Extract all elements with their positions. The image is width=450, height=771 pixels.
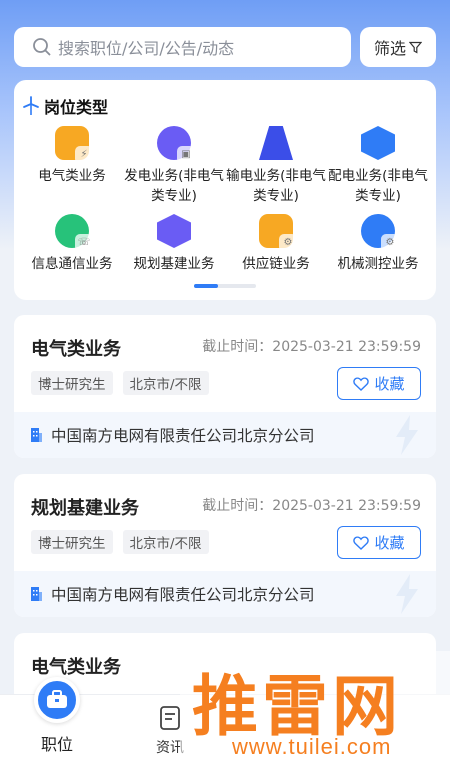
company-name: 中国南方电网有限责任公司北京分公司 (51, 427, 315, 445)
education-tag: 博士研究生 (31, 530, 113, 554)
filter-label: 筛选 (373, 39, 406, 58)
job-deadline: 截止时间：2025-03-21 23:59:59 (202, 339, 421, 355)
category-item-ict[interactable]: ☏ 信息通信业务 (20, 214, 124, 274)
job-title: 规划基建业务 (31, 498, 139, 519)
generator-icon: ▣ (157, 126, 195, 164)
phone-icon: ☏ (55, 214, 93, 252)
category-label: 电气类业务 (38, 168, 106, 184)
watermark: 推雷网 www.tuilei.com (180, 651, 450, 771)
company-row[interactable]: 中国南方电网有限责任公司北京分公司 (14, 571, 436, 617)
company-row[interactable]: 中国南方电网有限责任公司北京分公司 (14, 412, 436, 458)
watermark-url: www.tuilei.com (232, 734, 392, 759)
search-icon (33, 38, 51, 56)
transmission-tower-icon (259, 126, 293, 160)
job-card[interactable]: 规划基建业务 截止时间：2025-03-21 23:59:59 博士研究生 北京… (14, 474, 436, 617)
battery-icon: ⚡ (55, 126, 93, 164)
filter-button[interactable]: 筛选 (360, 27, 436, 67)
supply-chain-icon: ⚙ (259, 214, 297, 252)
category-item-generation[interactable]: ▣ 发电业务(非电气类专业) (122, 126, 226, 206)
company-name: 中国南方电网有限责任公司北京分公司 (51, 586, 315, 604)
education-tag: 博士研究生 (31, 371, 113, 395)
category-label: 配电业务(非电气类专业) (328, 168, 428, 204)
category-item-transmission[interactable]: 输电业务(非电气类专业) (224, 126, 328, 206)
job-title: 电气类业务 (31, 339, 121, 360)
category-item-electrical[interactable]: ⚡ 电气类业务 (20, 126, 124, 186)
filter-icon (409, 41, 422, 54)
category-item-supply-chain[interactable]: ⚙ 供应链业务 (224, 214, 328, 274)
heart-icon (353, 535, 370, 550)
category-label: 输电业务(非电气类专业) (226, 168, 326, 204)
category-label: 供应链业务 (242, 256, 310, 272)
lightning-icon (396, 574, 418, 614)
job-title: 电气类业务 (31, 657, 121, 678)
job-card[interactable]: 电气类业务 截止时间：2025-03-21 23:59:59 博士研究生 北京市… (14, 315, 436, 458)
gear-icon: ⚙ (361, 214, 399, 252)
building-icon (31, 428, 42, 442)
category-card: 岗位类型 ⚡ 电气类业务 ▣ 发电业务(非电气类专业) 输电业务(非电气类专业)… (14, 80, 436, 300)
favorite-button[interactable]: 收藏 (337, 367, 421, 400)
category-label: 信息通信业务 (31, 256, 113, 272)
category-label: 规划基建业务 (133, 256, 215, 272)
heart-icon (353, 376, 370, 391)
category-item-planning[interactable]: 规划基建业务 (122, 214, 226, 274)
document-icon (160, 706, 180, 730)
search-input[interactable]: 搜索职位/公司/公告/动态 (14, 27, 351, 67)
job-deadline: 截止时间：2025-03-21 23:59:59 (202, 498, 421, 514)
tab-jobs[interactable]: 职位 (28, 677, 86, 755)
building-icon (31, 587, 42, 601)
location-tag: 北京市/不限 (122, 371, 209, 395)
category-label: 发电业务(非电气类专业) (124, 168, 224, 204)
category-label: 机械测控业务 (337, 256, 419, 272)
search-placeholder: 搜索职位/公司/公告/动态 (58, 39, 235, 58)
planning-icon (157, 214, 191, 248)
category-item-mechanical[interactable]: ⚙ 机械测控业务 (326, 214, 430, 274)
briefcase-icon (34, 677, 80, 723)
tab-label: 职位 (40, 735, 73, 754)
wind-turbine-icon (23, 96, 39, 115)
favorite-button[interactable]: 收藏 (337, 526, 421, 559)
location-tag: 北京市/不限 (122, 530, 209, 554)
category-item-distribution[interactable]: 配电业务(非电气类专业) (326, 126, 430, 206)
distribution-icon (361, 126, 395, 160)
lightning-icon (396, 415, 418, 455)
category-title: 岗位类型 (22, 94, 108, 118)
carousel-indicator (194, 284, 256, 288)
